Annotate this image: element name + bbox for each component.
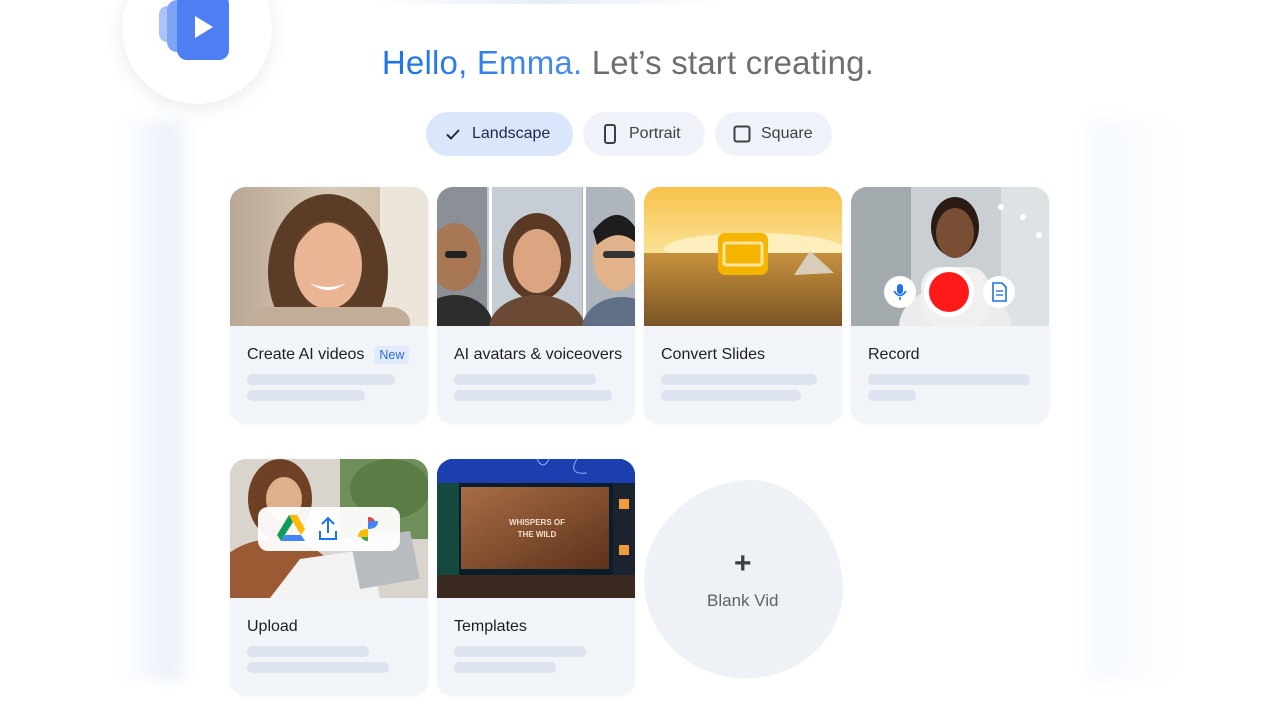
card-thumbnail [644,187,842,326]
card-thumbnail [230,459,428,598]
card-title: Convert Slides [661,346,765,364]
placeholder-line [454,374,596,385]
placeholder-line [868,374,1030,385]
chip-portrait[interactable]: Portrait [583,112,705,156]
card-convert-slides[interactable]: Convert Slides [644,187,842,423]
card-thumbnail: WHISPERS OF THE WILD [437,459,635,598]
placeholder-line [247,662,389,673]
blank-video-button[interactable]: + Blank Vid [631,468,855,692]
greeting-subtitle: Let’s start creating. [582,44,875,81]
placeholder-line [454,390,612,401]
new-badge: New [374,346,410,364]
card-thumbnail [437,187,635,326]
check-icon [446,129,460,140]
card-title-text: AI avatars & voiceovers [454,346,623,363]
placeholder-line [247,646,369,657]
blank-video-label: Blank Vid [707,591,779,611]
card-record[interactable]: Record [851,187,1049,423]
card-create-ai-videos[interactable]: Create AI videos New [230,187,428,423]
card-ai-avatars[interactable]: AI avatars & voiceovers [437,187,635,423]
top-divider [370,0,720,4]
placeholder-line [247,374,395,385]
card-title-text: Upload [247,618,298,635]
square-icon [733,125,751,143]
card-title: Create AI videos New [247,346,410,364]
card-title-text: Record [868,346,920,363]
card-title: AI avatars & voiceovers [454,346,622,364]
page-title: Hello, Emma. Let’s start creating. [0,44,1256,82]
card-title-text: Create AI videos [247,346,365,363]
portrait-icon [604,124,616,144]
chip-square[interactable]: Square [715,112,832,156]
placeholder-line [661,374,817,385]
card-templates[interactable]: WHISPERS OF THE WILD Templates [437,459,635,695]
card-upload[interactable]: Upload [230,459,428,695]
placeholder-line [661,390,801,401]
card-title-text: Convert Slides [661,346,766,363]
card-thumbnail [230,187,428,326]
placeholder-line [247,390,365,401]
chip-label: Square [761,125,813,142]
chip-landscape[interactable]: Landscape [426,112,573,156]
placeholder-line [454,662,556,673]
chip-label: Landscape [472,125,551,142]
card-thumbnail [851,187,1049,326]
plus-icon: + [734,547,752,581]
card-title: Upload [247,618,298,636]
placeholder-line [868,390,916,401]
greeting-hello: Hello, Emma. [381,44,583,81]
orientation-chips: Landscape Portrait Square [426,112,832,156]
placeholder-line [454,646,586,657]
template-title-line1: WHISPERS OF [509,518,565,527]
left-glow [120,120,190,680]
card-title: Templates [454,618,527,636]
card-title: Record [868,346,920,364]
card-title-text: Templates [454,618,527,635]
right-glow [1090,120,1180,680]
chip-label: Portrait [629,125,681,142]
template-title-line2: THE WILD [518,530,557,539]
